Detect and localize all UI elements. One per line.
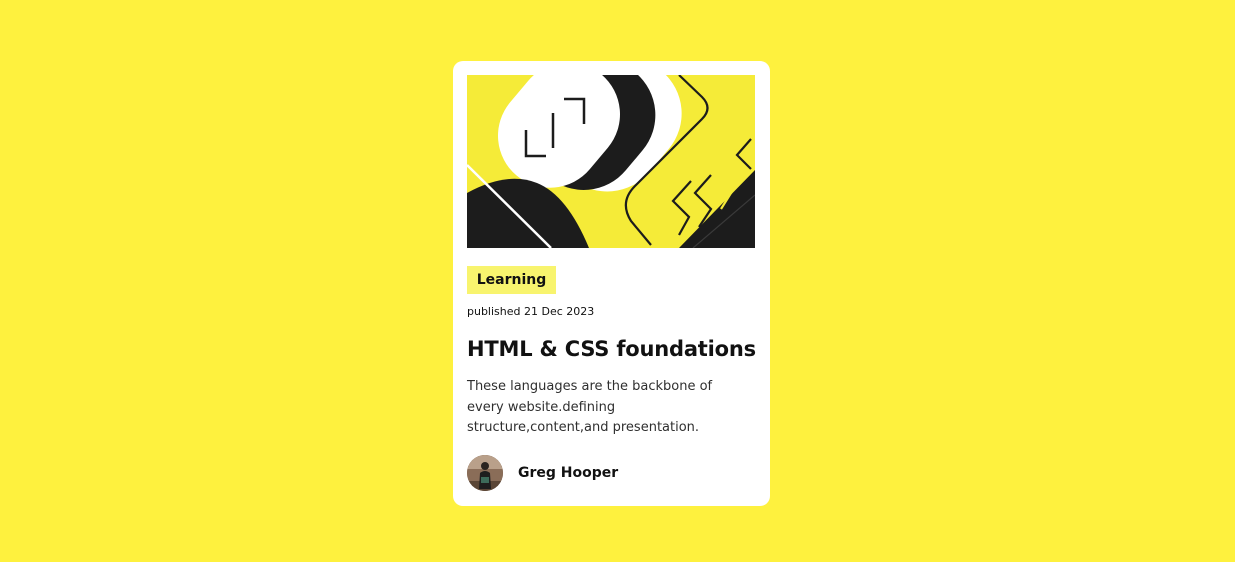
blog-preview-card: Learning published 21 Dec 2023 HTML & CS… [453,61,770,506]
published-date: published 21 Dec 2023 [467,305,595,318]
category-tag[interactable]: Learning [467,266,556,294]
card-description: These languages are the backbone of ever… [467,379,713,435]
hero-illustration [467,75,755,248]
author-info: Greg Hooper [467,455,618,491]
person-photo-avatar-icon [467,455,503,491]
avatar [467,455,503,491]
author-name: Greg Hooper [518,465,619,481]
card-title[interactable]: HTML & CSS foundations [467,337,756,361]
code-illustration-icon [467,75,755,248]
